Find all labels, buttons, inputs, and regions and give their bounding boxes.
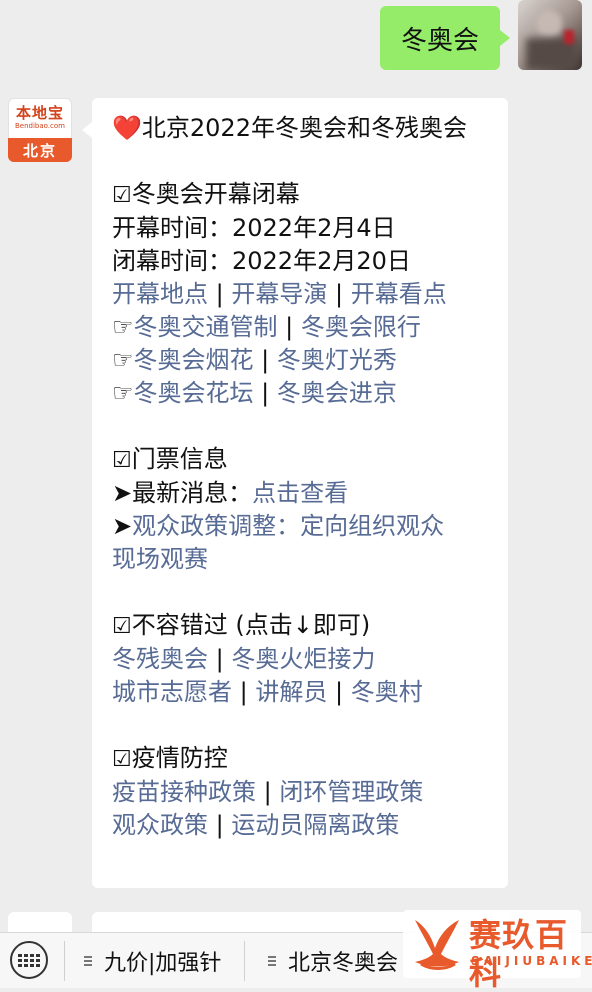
closing-time-value: 2022年2月20日 <box>232 247 411 275</box>
checkbox-icon: ☑ <box>112 183 132 208</box>
closing-time-label: 闭幕时间： <box>112 247 232 275</box>
policy-row-cont: 现场观赛 <box>112 543 494 576</box>
link-guides[interactable]: 讲解员 <box>255 678 327 706</box>
fireworks-links-row: ☞冬奥会烟花 | 冬奥灯光秀 <box>112 346 397 374</box>
link-traffic-control[interactable]: 冬奥交通管制 <box>134 313 278 341</box>
keyboard-icon <box>18 953 40 967</box>
link-click-view[interactable]: 点击查看 <box>252 479 348 507</box>
link-audience-policy-adjust-cont[interactable]: 现场观赛 <box>112 545 208 573</box>
closing-time-row: 闭幕时间：2022年2月20日 <box>112 245 494 278</box>
must-see-links-row2: 城市志愿者 | 讲解员 | 冬奥村 <box>112 678 423 706</box>
link-athlete-quarantine[interactable]: 运动员隔离政策 <box>231 811 399 839</box>
menu-lines-icon <box>268 954 278 968</box>
traffic-links-row: ☞冬奥交通管制 | 冬奥会限行 <box>112 313 421 341</box>
opening-time-value: 2022年2月4日 <box>232 214 396 242</box>
checkbox-icon: ☑ <box>112 747 132 772</box>
link-flower-beds[interactable]: 冬奥会花坛 <box>134 379 254 407</box>
epidemic-links-row1: 疫苗接种政策 | 闭环管理政策 <box>112 778 424 806</box>
link-fireworks[interactable]: 冬奥会烟花 <box>134 346 254 374</box>
whale-tail-logo-icon <box>415 920 459 970</box>
section-heading-epidemic: ☑疫情防控 <box>112 742 494 776</box>
menu-item-winter-olympics[interactable]: 北京冬奥会 <box>268 933 398 988</box>
menu-item-label: 北京冬奥会 <box>288 950 399 976</box>
pointing-hand-icon: ☞ <box>112 346 134 374</box>
bendibao-logo: 本地宝 Bendibao.com <box>8 98 72 136</box>
message-title: ❤️北京2022年冬奥会和冬残奥会 <box>112 112 494 145</box>
bot-avatar[interactable]: 本地宝 Bendibao.com 北京 <box>8 98 72 162</box>
opening-links-row: 开幕地点 | 开幕导演 | 开幕看点 <box>112 280 447 308</box>
flower-links-row: ☞冬奥会花坛 | 冬奥会进京 <box>112 379 397 407</box>
next-bot-avatar[interactable] <box>8 912 72 932</box>
link-opening-highlights[interactable]: 开幕看点 <box>351 280 447 308</box>
bot-avatar-sub: Bendibao.com <box>14 121 65 130</box>
link-volunteers[interactable]: 城市志愿者 <box>112 678 232 706</box>
link-opening-venue[interactable]: 开幕地点 <box>112 280 208 308</box>
arrow-bullet-icon: ➤ <box>112 479 133 507</box>
link-torch-relay[interactable]: 冬奥火炬接力 <box>231 645 375 673</box>
link-light-show[interactable]: 冬奥灯光秀 <box>277 346 397 374</box>
message-title-text: 北京2022年冬奥会和冬残奥会 <box>141 114 467 142</box>
link-closed-loop-policy[interactable]: 闭环管理政策 <box>279 778 423 806</box>
link-enter-beijing[interactable]: 冬奥会进京 <box>277 379 397 407</box>
checkbox-icon: ☑ <box>112 448 132 473</box>
pointing-hand-icon: ☞ <box>112 379 134 407</box>
watermark: 赛玖百科 SAIJIUBAIKE <box>403 910 592 992</box>
user-avatar[interactable] <box>518 0 582 70</box>
section-heading-tickets: ☑门票信息 <box>112 443 494 477</box>
user-message-text: 冬奥会 <box>400 25 479 56</box>
link-paralympics[interactable]: 冬残奥会 <box>112 645 208 673</box>
opening-time-row: 开幕时间：2022年2月4日 <box>112 212 494 245</box>
must-see-links-row1: 冬残奥会 | 冬奥火炬接力 <box>112 645 376 673</box>
keyboard-toggle-button[interactable] <box>10 941 48 979</box>
menu-item-label: 九价|加强针 <box>104 950 222 976</box>
checkbox-icon: ☑ <box>112 614 132 639</box>
link-audience-policy[interactable]: 观众政策 <box>112 811 208 839</box>
user-message-bubble[interactable]: 冬奥会 <box>380 6 510 70</box>
heart-icon: ❤️ <box>112 114 142 142</box>
latest-news-row: ➤最新消息：点击查看 <box>112 477 494 510</box>
pointing-hand-icon: ☞ <box>112 313 134 341</box>
link-traffic-restriction[interactable]: 冬奥会限行 <box>301 313 421 341</box>
bot-avatar-city: 北京 <box>8 138 72 162</box>
link-opening-director[interactable]: 开幕导演 <box>231 280 327 308</box>
arrow-bullet-icon: ➤ <box>112 512 133 540</box>
link-vaccination-policy[interactable]: 疫苗接种政策 <box>112 778 256 806</box>
opening-time-label: 开幕时间： <box>112 214 232 242</box>
link-olympic-village[interactable]: 冬奥村 <box>351 678 423 706</box>
section-heading-opening: ☑冬奥会开幕闭幕 <box>112 178 494 212</box>
latest-news-label: 最新消息： <box>132 479 253 507</box>
bot-message-bubble: ❤️北京2022年冬奥会和冬残奥会 ☑冬奥会开幕闭幕 开幕时间：2022年2月4… <box>82 98 508 888</box>
link-audience-policy-adjust[interactable]: 观众政策调整：定向组织观众 <box>132 512 444 540</box>
watermark-sub: SAIJIUBAIKE <box>471 954 592 968</box>
menu-item-vaccine[interactable]: 九价|加强针 <box>84 933 221 988</box>
bot-avatar-name: 本地宝 <box>15 103 64 122</box>
policy-row: ➤观众政策调整：定向组织观众 <box>112 510 494 543</box>
epidemic-links-row2: 观众政策 | 运动员隔离政策 <box>112 811 400 839</box>
section-heading-must-see: ☑不容错过 (点击↓即可) <box>112 609 494 643</box>
menu-lines-icon <box>84 954 94 968</box>
